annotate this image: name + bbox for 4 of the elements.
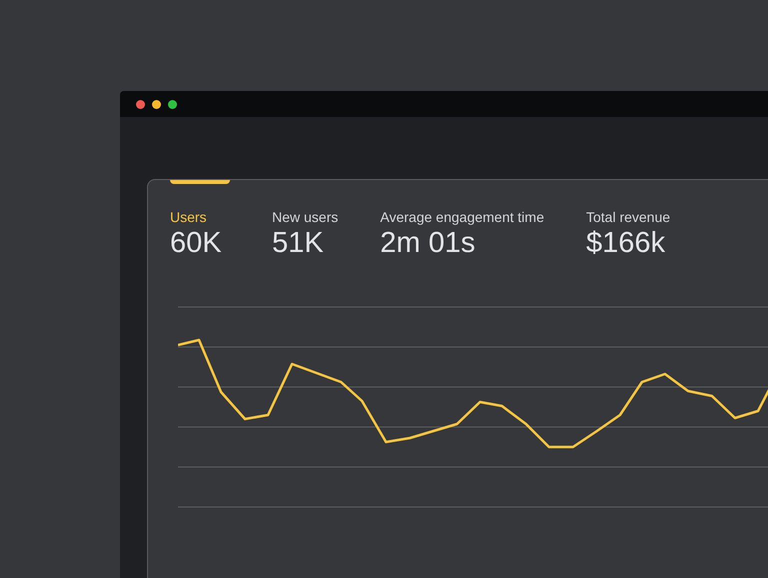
metric-tab[interactable]: Users 60K xyxy=(170,180,230,260)
metric-tab[interactable]: New users 51K xyxy=(272,180,338,260)
metric-tab[interactable]: Total revenue $166k xyxy=(586,180,670,260)
metric-tab[interactable]: Average engagement time 2m 01s xyxy=(380,180,544,260)
